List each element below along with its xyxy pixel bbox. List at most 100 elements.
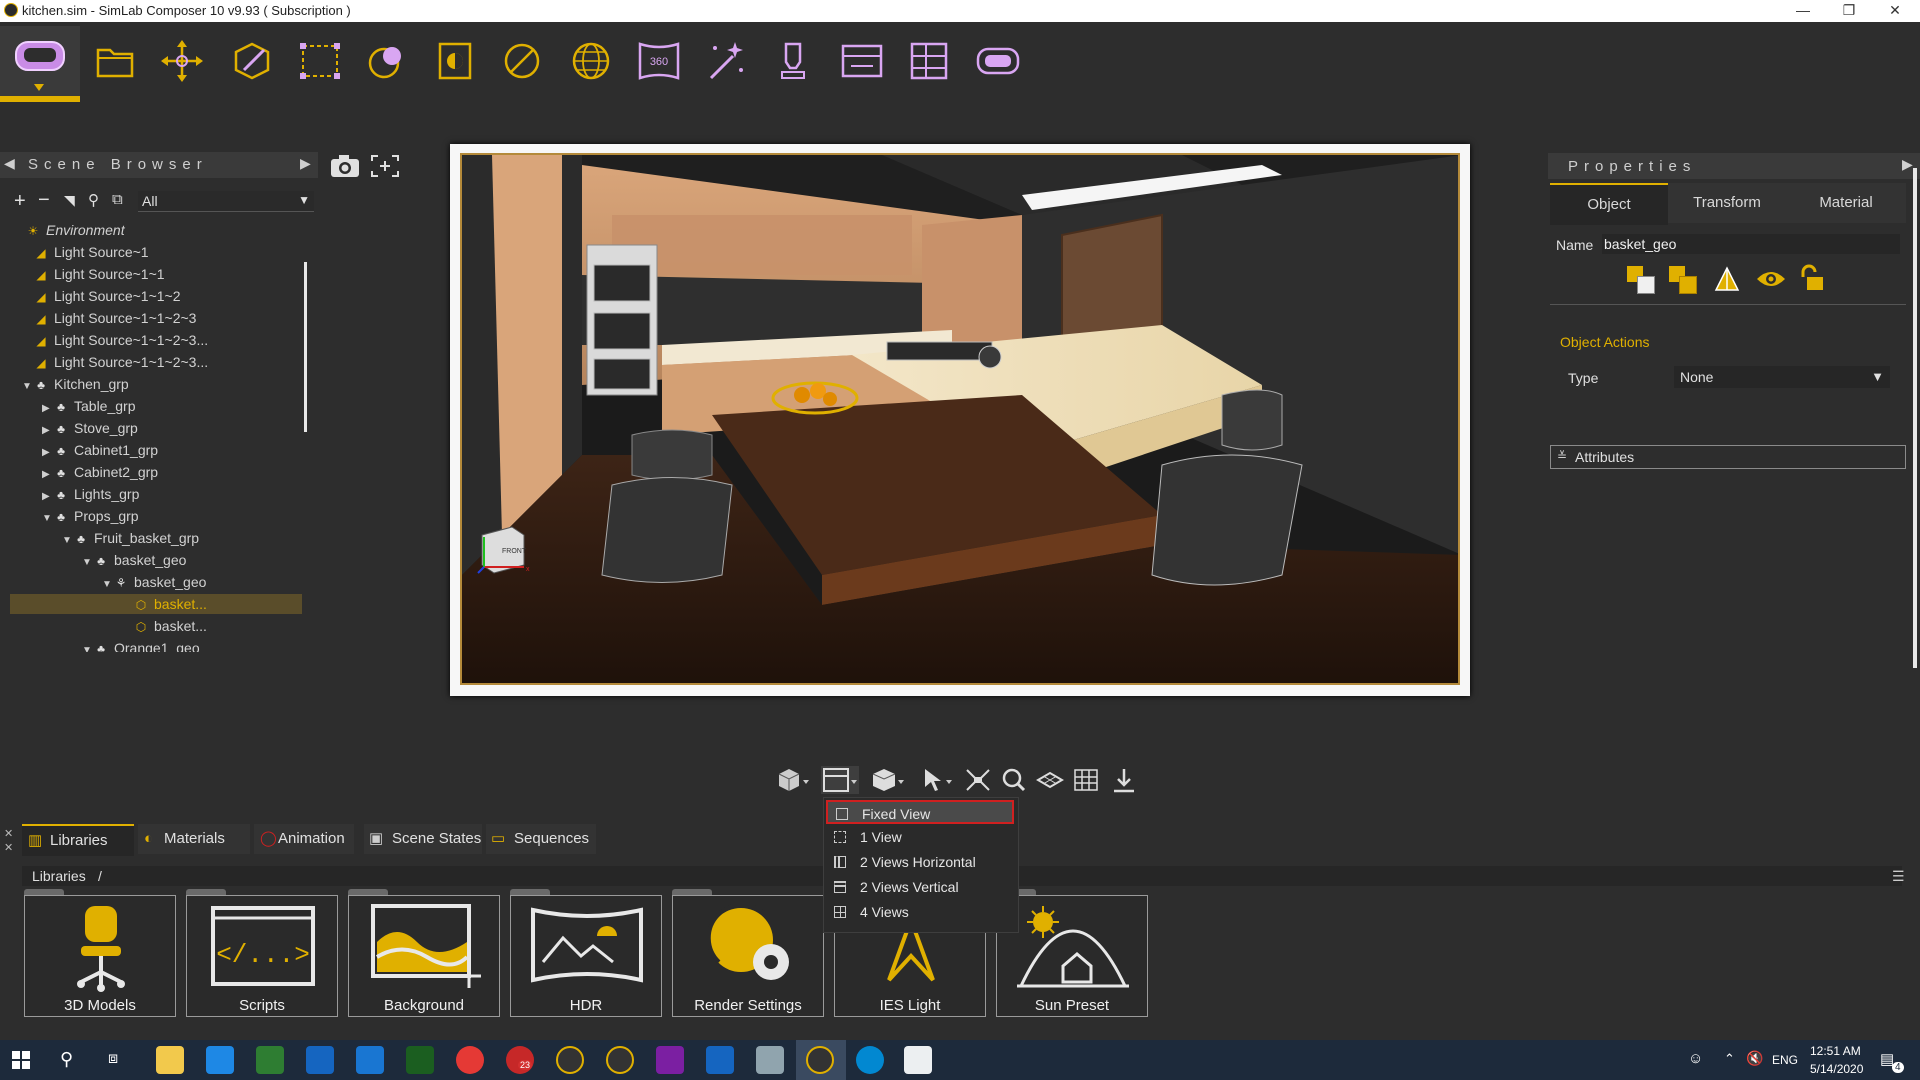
expand-toggle-icon[interactable]: ▼ <box>82 641 94 652</box>
view-cube-button[interactable] <box>775 766 811 794</box>
store-icon[interactable] <box>356 1046 384 1074</box>
add-icon[interactable]: + <box>14 190 26 213</box>
remove-icon[interactable]: − <box>38 189 50 212</box>
minimize-button[interactable]: — <box>1780 0 1826 22</box>
vr-mode-button[interactable] <box>0 26 80 102</box>
word-icon[interactable] <box>706 1046 734 1074</box>
attributes-section[interactable]: ≚ Attributes <box>1550 445 1906 469</box>
environment-button[interactable] <box>566 36 616 86</box>
task-view-icon[interactable]: ⧈ <box>108 1050 118 1068</box>
tab-scene-states[interactable]: ▣ Scene States <box>364 824 482 854</box>
collapse-toggle-icon[interactable]: ▶ <box>42 465 54 485</box>
collapse-toggle-icon[interactable]: ▶ <box>42 443 54 463</box>
layer-icon[interactable] <box>1627 266 1655 294</box>
pin-icon[interactable]: ◥ <box>64 192 75 209</box>
group-layer-icon[interactable] <box>1669 266 1697 294</box>
select-box-button[interactable] <box>295 36 345 86</box>
app-icon[interactable] <box>206 1046 234 1074</box>
sequence-button[interactable] <box>837 36 887 86</box>
type-select[interactable]: None ▼ <box>1674 366 1890 388</box>
library-background[interactable]: Background <box>348 895 500 1017</box>
tree-item[interactable]: ▶ ♣ Cabinet2_grp <box>10 462 302 482</box>
view-layout-button[interactable] <box>821 766 859 794</box>
clock-date[interactable]: 5/14/2020 <box>1810 1062 1863 1076</box>
clock-time[interactable]: 12:51 AM <box>1810 1044 1861 1058</box>
tree-item[interactable]: ◢ Light Source~1~1~2 <box>10 286 302 306</box>
tree-item[interactable]: ▶ ♣ Lights_grp <box>10 484 302 504</box>
edit-tool-button[interactable] <box>226 36 276 86</box>
collapse-toggle-icon[interactable]: ▶ <box>42 421 54 441</box>
scene-tree-scrollbar[interactable] <box>304 262 307 432</box>
tree-item[interactable]: ▼ ♣ Fruit_basket_grp <box>10 528 302 548</box>
library-3d-models[interactable]: 3D Models <box>24 895 176 1017</box>
panel-menu-icon[interactable]: ☰ <box>1892 868 1905 885</box>
tree-item[interactable]: ◢ Light Source~1~1~2~3... <box>10 330 302 350</box>
tab-material[interactable]: Material <box>1786 183 1906 223</box>
shadow-icon[interactable] <box>1713 264 1741 292</box>
properties-scrollbar[interactable] <box>1913 168 1917 668</box>
tree-item[interactable]: ▼ ♣ Kitchen_grp <box>10 374 302 394</box>
vr-viewer-button[interactable] <box>973 36 1023 86</box>
notes-icon[interactable] <box>756 1046 784 1074</box>
panel-close-icon[interactable]: ✕ ✕ <box>4 827 18 857</box>
fit-view-button[interactable] <box>963 766 993 794</box>
language-indicator[interactable]: ENG <box>1772 1053 1798 1067</box>
tree-item[interactable]: ◢ Light Source~1 <box>10 242 302 262</box>
tab-object[interactable]: Object <box>1550 183 1668 225</box>
visibility-eye-icon[interactable] <box>1755 268 1787 290</box>
expand-right-icon[interactable]: ▶ <box>300 155 317 172</box>
menu-item-2-views-horizontal[interactable]: 2 Views Horizontal <box>826 850 1014 874</box>
render-button[interactable] <box>430 36 480 86</box>
collapse-toggle-icon[interactable]: ▶ <box>42 487 54 507</box>
expand-toggle-icon[interactable]: ▼ <box>82 553 94 573</box>
tree-item[interactable]: ▼ ⚘ basket_geo <box>10 572 302 592</box>
search-icon[interactable]: ⚲ <box>88 191 99 209</box>
tab-transform[interactable]: Transform <box>1668 183 1786 223</box>
app-icon[interactable] <box>856 1046 884 1074</box>
open-folder-button[interactable] <box>90 36 140 86</box>
menu-item-fixed-view[interactable]: Fixed View <box>826 800 1014 824</box>
unlock-icon[interactable] <box>1797 264 1825 292</box>
calendar-app-icon[interactable]: 23 <box>506 1046 534 1074</box>
people-icon[interactable]: ☺ <box>1688 1050 1703 1067</box>
frame-selection-button[interactable] <box>368 152 402 180</box>
tab-animation[interactable]: ◯ Animation <box>254 824 354 854</box>
tree-item[interactable]: ⬡ basket... <box>10 616 302 636</box>
windows-start-icon[interactable] <box>12 1051 30 1069</box>
tree-item[interactable]: ▼ ♣ Props_grp <box>10 506 302 526</box>
ground-plane-button[interactable] <box>1035 766 1065 794</box>
simlab-active-icon[interactable] <box>806 1046 834 1074</box>
library-scripts[interactable]: </...> Scripts <box>186 895 338 1017</box>
materials-button[interactable] <box>362 36 412 86</box>
expand-toggle-icon[interactable]: ▼ <box>42 509 54 529</box>
3d-viewport[interactable]: FRONT x <box>460 153 1460 685</box>
tree-item[interactable]: ▶ ♣ Table_grp <box>10 396 302 416</box>
menu-item-4-views[interactable]: 4 Views <box>826 900 1014 924</box>
excel-icon[interactable] <box>406 1046 434 1074</box>
layout-button[interactable] <box>904 36 954 86</box>
tree-item[interactable]: ⬡ basket... <box>10 594 302 614</box>
close-button[interactable]: ✕ <box>1872 0 1918 22</box>
move-tool-button[interactable] <box>157 36 207 86</box>
tree-item[interactable]: ◢ Light Source~1~1~2~3 <box>10 308 302 328</box>
hierarchy-icon[interactable]: ⧉ <box>112 191 123 208</box>
search-icon[interactable]: ⚲ <box>60 1049 73 1070</box>
filter-select[interactable]: All ▼ <box>138 191 314 212</box>
grid-button[interactable] <box>1071 766 1101 794</box>
select-mode-button[interactable] <box>917 766 953 794</box>
tab-sequences[interactable]: ▭ Sequences <box>486 824 596 854</box>
shading-button[interactable] <box>869 766 905 794</box>
app-icon[interactable] <box>904 1046 932 1074</box>
training-button[interactable] <box>768 36 818 86</box>
collapse-left-icon[interactable]: ◀ <box>4 155 21 172</box>
snapshot-button[interactable] <box>328 152 362 180</box>
tree-item[interactable]: ◢ Light Source~1~1~2~3... <box>10 352 302 372</box>
tree-item[interactable]: ☀ Environment <box>10 220 302 240</box>
tree-item[interactable]: ▶ ♣ Stove_grp <box>10 418 302 438</box>
collapse-toggle-icon[interactable]: ▶ <box>42 399 54 419</box>
simlab-icon[interactable] <box>556 1046 584 1074</box>
onenote-icon[interactable] <box>656 1046 684 1074</box>
drop-to-floor-button[interactable] <box>1109 766 1139 794</box>
effects-button[interactable] <box>701 36 751 86</box>
menu-item-1-view[interactable]: 1 View <box>826 825 1014 849</box>
